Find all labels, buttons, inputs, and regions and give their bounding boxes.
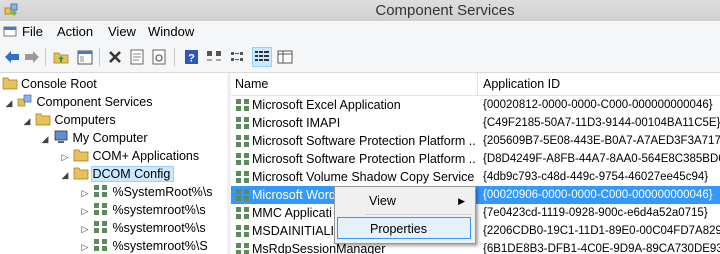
folder-icon [73,148,89,162]
system-menu-icon[interactable] [3,24,17,38]
folder-icon [35,112,51,126]
list-header: Name Application ID [231,73,720,96]
row-application-id: {00020906-0000-0000-C000-000000000046} [483,189,713,201]
dcom-app-icon [93,184,109,198]
row-application-id: {2206CDB0-19C1-11D1-89E0-00C04FD7A829} [483,225,720,237]
dcom-app-icon [236,153,249,165]
menu-file[interactable]: File [22,24,43,39]
folder-icon [2,76,18,90]
dcom-app-icon [236,225,249,237]
dcom-app-icon [93,220,109,234]
column-header-application-id[interactable]: Application ID [483,77,560,91]
window-title: Component Services [375,2,515,19]
list-row[interactable]: Microsoft IMAPI {C49F2185-50A7-11D3-9144-… [231,114,720,132]
expand-arrow-icon[interactable]: ▷ [80,184,90,202]
collapse-arrow-icon[interactable]: ◢ [4,94,14,112]
tree-node-dcom-child[interactable]: ▷ %systemroot%\s [80,219,206,237]
dcom-app-icon [236,135,249,147]
toolbar: ? [0,42,720,73]
list-row[interactable]: Microsoft Software Protection Platform .… [231,132,720,150]
tree-node-dcom-child[interactable]: ▷ %systemroot%\S [80,237,208,254]
tree-node-com-plus-applications[interactable]: ▷ COM+ Applications [60,147,200,166]
tree-node-console-root[interactable]: Console Root [2,75,97,93]
list-row[interactable]: Microsoft Software Protection Platform .… [231,150,720,168]
submenu-arrow-icon: ▶ [458,196,465,206]
dcom-app-icon [236,207,249,219]
tree-node-dcom-child[interactable]: ▷ %systemroot%\s [80,201,206,219]
dcom-app-icon [93,238,109,252]
tree-node-dcom-config[interactable]: ◢ DCOM Config [60,165,175,184]
row-application-id: {7e0423cd-1119-0928-900c-e6d4a52a0715} [483,207,708,219]
expand-arrow-icon[interactable]: ▷ [80,238,90,254]
console-tree: Console Root ◢ Component Services ◢ Comp… [0,73,228,254]
row-name: Microsoft Volume Shadow Copy Service ... [252,170,476,184]
computer-icon [53,130,69,144]
dcom-app-icon [236,171,249,183]
svg-text:?: ? [188,53,195,65]
row-name: Microsoft Excel Application [252,98,401,112]
large-icons-view-icon[interactable] [205,48,223,66]
context-menu-view[interactable]: View ▶ [337,190,471,212]
expand-arrow-icon[interactable]: ▷ [60,148,70,166]
row-name: Microsoft Software Protection Platform .… [252,152,476,166]
menu-separator [365,214,472,215]
list-row[interactable]: Microsoft Volume Shadow Copy Service ...… [231,168,720,186]
row-application-id: {4db9c793-c48d-449c-9754-46027ee45c94} [483,171,709,183]
forward-arrow-icon[interactable] [23,48,41,66]
folder-icon [73,166,89,180]
tree-node-dcom-child[interactable]: ▷ %SystemRoot%\s [80,183,213,201]
tree-node-dcom-config-label: DCOM Config [91,166,175,182]
collapse-arrow-icon[interactable]: ◢ [22,112,32,130]
dcom-app-icon [236,189,249,201]
row-application-id: {D8D4249F-A8FB-44A7-8AA0-564E8C385BD6} [483,153,720,165]
refresh-icon[interactable] [150,48,168,66]
row-name: Microsoft Software Protection Platform .… [252,134,476,148]
dcom-app-icon [236,117,249,129]
context-menu-properties[interactable]: Properties [337,217,471,239]
menu-view[interactable]: View [108,24,136,39]
properties-icon[interactable] [128,48,146,66]
show-hide-tree-icon[interactable] [76,48,94,66]
delete-icon[interactable] [106,48,124,66]
dcom-app-icon [236,99,249,111]
menu-action[interactable]: Action [57,24,93,39]
back-arrow-icon[interactable] [3,48,21,66]
detail-view-icon[interactable] [276,48,294,66]
row-application-id: {00020812-0000-0000-C000-000000000046} [483,99,713,111]
dcom-app-icon [236,243,249,254]
dcom-app-icon [93,202,109,216]
small-icons-view-icon[interactable] [229,48,247,66]
row-name: Microsoft IMAPI [252,116,341,130]
list-row[interactable]: Microsoft Excel Application {00020812-000… [231,96,720,114]
title-bar: Component Services [0,0,720,21]
expand-arrow-icon[interactable]: ▷ [80,220,90,238]
up-folder-icon[interactable] [52,48,70,66]
row-application-id: {C49F2185-50A7-11D3-9144-00104BA11C5E} [483,117,720,129]
collapse-arrow-icon[interactable]: ◢ [60,166,70,184]
column-header-name[interactable]: Name [235,77,268,91]
menu-bar: File Action View Window [0,21,720,42]
tree-node-computers[interactable]: ◢ Computers [22,111,116,129]
menu-window[interactable]: Window [148,24,194,39]
collapse-arrow-icon[interactable]: ◢ [40,130,50,148]
component-services-icon [17,94,33,108]
tree-node-component-services[interactable]: ◢ Component Services [4,93,153,111]
context-menu: View ▶ Properties [334,186,476,244]
row-application-id: {6B1DE8B3-DFB1-4C0E-9D9A-89CA730DE93F} [483,243,720,254]
help-icon[interactable]: ? [182,48,200,66]
row-application-id: {205609B7-5E08-443E-B0A7-A7AED3F3A717} [483,135,720,147]
tree-node-my-computer[interactable]: ◢ My Computer [40,129,148,147]
expand-arrow-icon[interactable]: ▷ [80,202,90,220]
list-view-icon[interactable] [252,47,272,67]
